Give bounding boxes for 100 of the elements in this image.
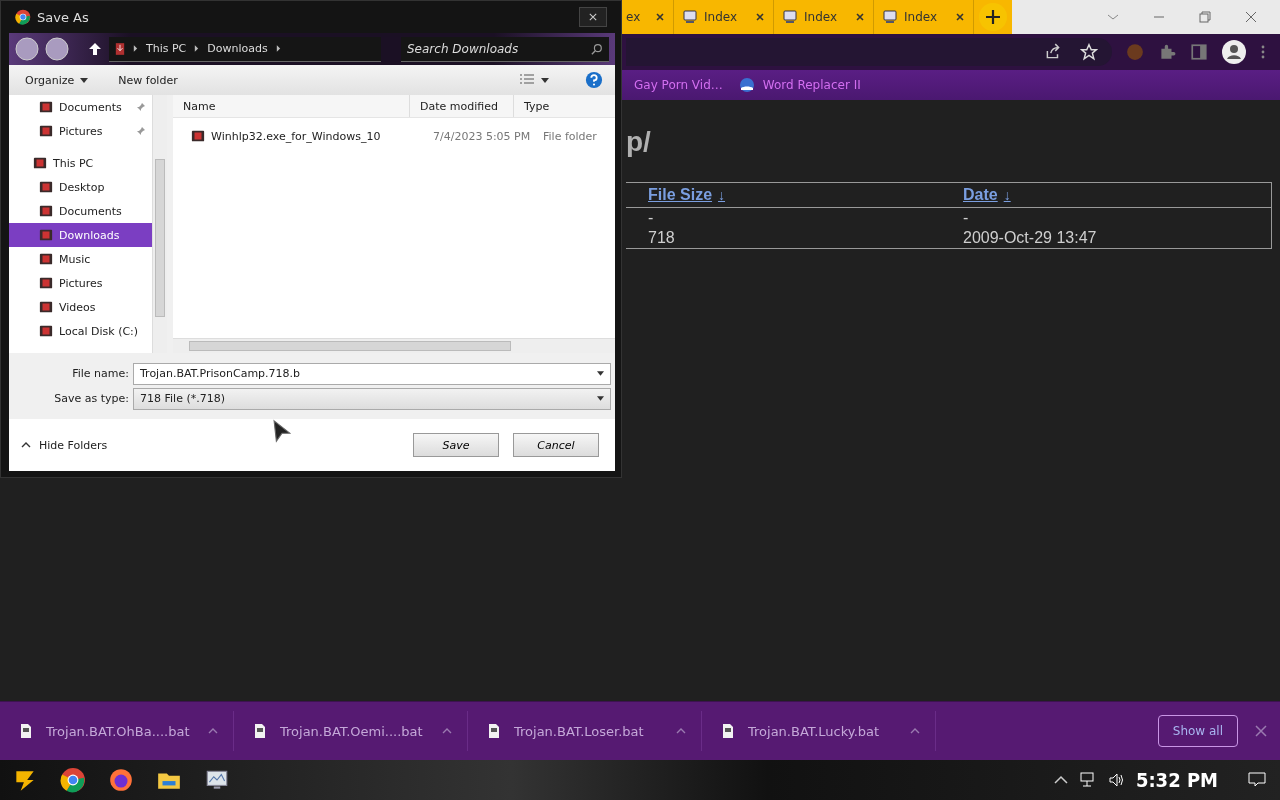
page-heading: p/ [626,126,652,158]
file-icon [20,723,32,739]
column-header[interactable]: Type [513,95,615,117]
file-row[interactable]: Winhlp32.exe_for_Windows_10 7/4/2023 5:05 PM File folder [173,124,615,148]
folder-icon [39,276,53,290]
folder-tree-item[interactable]: Local Disk (C:) [9,319,152,343]
new-folder-button[interactable]: New folder [118,73,178,87]
folder-icon [39,300,53,314]
close-icon[interactable] [655,12,665,22]
folder-icon [39,204,53,218]
caret-icon[interactable] [541,77,549,83]
close-icon[interactable] [1244,10,1258,24]
scrollbar[interactable] [152,95,167,353]
search-field[interactable]: Search Downloads [401,36,609,62]
folder-icon [39,100,53,114]
help-icon[interactable] [585,71,603,89]
chevron-icon [133,45,138,52]
folder-icon [39,124,53,138]
hide-folders-toggle[interactable]: Hide Folders [21,438,108,452]
sort-arrow[interactable]: ↓ [718,187,726,203]
close-icon[interactable] [755,12,765,22]
new-tab-icon[interactable] [978,2,1008,32]
close-button[interactable] [579,7,607,27]
search-input[interactable]: Search Downloads [407,38,591,59]
breadcrumb-item[interactable]: This PC [146,42,187,55]
file-name-field[interactable]: Trojan.BAT.PrisonCamp.718.b [133,362,611,385]
profile-icon[interactable] [1222,40,1246,64]
bookmark[interactable]: Gay Porn Vid… [634,78,723,92]
close-icon[interactable] [855,12,865,22]
window-title: Save As [37,9,89,25]
caret-icon[interactable] [597,396,604,401]
show-all-button[interactable]: Show all [1157,715,1238,747]
download-item[interactable]: Trojan.BAT.Oemi....bat [234,711,468,751]
table-cell-text: 718 [648,228,676,248]
column-header[interactable]: Date modified [409,95,513,117]
folder-icon [39,180,53,194]
computer-icon [882,9,898,25]
pin-icon [136,102,146,112]
file-icon [488,723,500,739]
folder-icon [39,252,53,266]
puzzle-icon[interactable] [1158,43,1176,61]
menu-icon[interactable] [1260,44,1266,60]
folder-icon [39,324,53,338]
field-label: Save as type: [53,392,129,405]
download-item[interactable]: Trojan.BAT.Lucky.bat [702,711,936,751]
mouse-cursor [273,419,291,443]
close-icon[interactable] [955,12,965,22]
folder-tree-item[interactable]: This PC [9,151,152,175]
address-bar[interactable]: This PC Downloads [109,36,381,62]
folder-tree-item[interactable]: Desktop [9,175,152,199]
field-label: File name: [71,367,129,380]
sort-arrow[interactable]: ↓ [1003,187,1011,203]
folder-icon [39,228,53,242]
breadcrumb-item[interactable]: Downloads [207,42,268,55]
chrome-icon[interactable] [60,767,86,793]
pin-icon [136,126,146,136]
folder-tree-item[interactable]: Videos [9,295,152,319]
share-icon[interactable] [1044,43,1062,61]
speaker-icon[interactable] [1107,772,1126,788]
folder-tree-item[interactable]: Documents [9,95,152,119]
file-icon [254,723,266,739]
globe-icon [738,77,755,93]
folder-tree-item[interactable]: Downloads [9,223,152,247]
folder-tree-item[interactable]: Documents [9,199,152,223]
column-link[interactable]: File Size [648,186,713,203]
caret-icon [80,77,89,83]
firefox-icon[interactable] [108,767,134,793]
chrome-icon [15,9,31,25]
side-panel-icon[interactable] [1190,43,1208,61]
save-button[interactable]: Save [413,433,499,457]
clock[interactable]: 5:32 PM [1135,768,1218,792]
organize-menu[interactable]: Organize [25,73,75,87]
table-cell-text: 2009-Oct-29 13:47 [963,228,1098,248]
cancel-button[interactable]: Cancel [513,433,599,457]
scrollbar[interactable] [173,338,615,353]
chevron-icon [275,45,281,52]
folder-tree-item[interactable]: Pictures [9,119,152,143]
download-item[interactable]: Trojan.BAT.OhBa....bat [0,711,234,751]
notification-icon[interactable] [1248,772,1266,788]
folder-icon [33,156,47,170]
close-icon [589,13,597,21]
folder-tree-item[interactable]: Music [9,247,152,271]
chevron-icon [194,45,200,52]
restore-icon[interactable] [1198,10,1212,24]
column-link[interactable]: Date [963,186,998,203]
column-header[interactable]: Name [173,95,409,117]
caret-icon[interactable] [597,371,604,376]
star-icon[interactable] [1080,43,1098,61]
table-cell-text: - [648,208,655,228]
file-type-dropdown[interactable]: 718 File (*.718) [133,387,611,410]
computer-icon [782,9,798,25]
folder-tree-item[interactable]: Pictures [9,271,152,295]
close-icon[interactable] [1254,724,1268,738]
download-folder-icon [115,41,125,56]
download-item[interactable]: Trojan.BAT.Loser.bat [468,711,702,751]
file-icon [722,723,734,739]
up-arrow-icon[interactable] [87,41,103,57]
computer-icon [682,9,698,25]
chevron-up-icon [21,442,31,448]
bookmark[interactable]: Word Replacer II [762,78,861,92]
